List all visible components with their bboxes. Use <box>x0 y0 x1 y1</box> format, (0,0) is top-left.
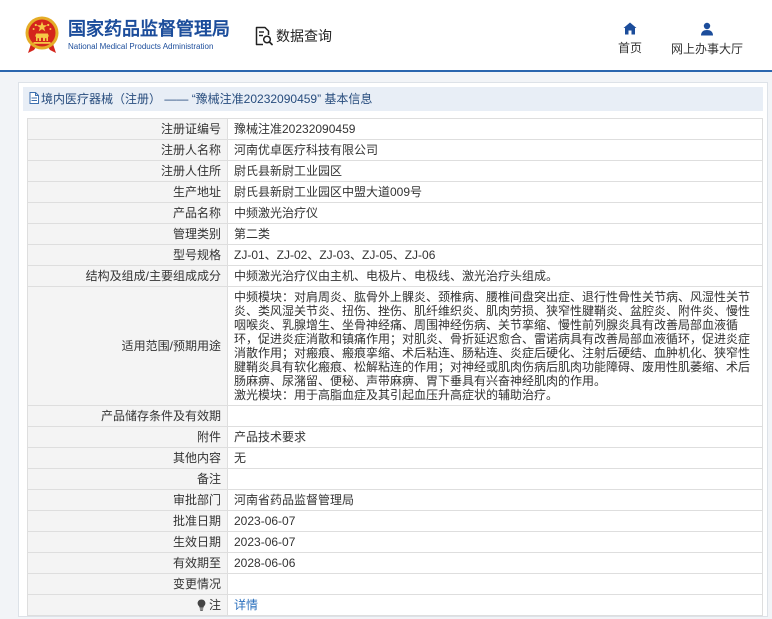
row-attachments: 附件 产品技术要求 <box>28 427 762 448</box>
site-subtitle: National Medical Products Administration <box>68 42 214 51</box>
home-icon <box>623 22 637 35</box>
breadcrumb-category-link[interactable]: 境内医疗器械（注册） <box>41 92 161 106</box>
label-effective-date: 生效日期 <box>28 532 228 552</box>
label-product-name: 产品名称 <box>28 203 228 223</box>
value-attachments: 产品技术要求 <box>234 430 307 444</box>
label-registration-number: 注册证编号 <box>28 119 228 139</box>
label-other-content: 其他内容 <box>28 448 228 468</box>
row-approval-department: 审批部门 河南省药品监督管理局 <box>28 490 762 511</box>
row-storage-conditions: 产品储存条件及有效期 <box>28 406 762 427</box>
value-approval-date: 2023-06-07 <box>234 514 296 528</box>
label-attachments: 附件 <box>28 427 228 447</box>
label-approval-department: 审批部门 <box>28 490 228 510</box>
row-registrant-name: 注册人名称 河南优卓医疗科技有限公司 <box>28 140 762 161</box>
row-effective-date: 生效日期 2023-06-07 <box>28 532 762 553</box>
row-structure-composition: 结构及组成/主要组成成分 中频激光治疗仪由主机、电极片、电极线、激光治疗头组成。 <box>28 266 762 287</box>
row-note: 注 详情 <box>28 595 762 616</box>
row-change-history: 变更情况 <box>28 574 762 595</box>
data-query-label: 数据查询 <box>276 28 332 44</box>
nav-online-service-hall-label: 网上办事大厅 <box>670 42 743 56</box>
value-management-class: 第二类 <box>234 227 271 241</box>
label-note: 注 <box>28 595 228 615</box>
value-expiry-date: 2028-06-06 <box>234 556 296 570</box>
label-remarks: 备注 <box>28 469 228 489</box>
nav-online-service-hall[interactable]: 网上办事大厅 <box>663 22 751 56</box>
row-management-class: 管理类别 第二类 <box>28 224 762 245</box>
nav-home[interactable]: 首页 <box>610 22 650 55</box>
row-product-name: 产品名称 中频激光治疗仪 <box>28 203 762 224</box>
row-registrant-address: 注册人住所 尉氏县新尉工业园区 <box>28 161 762 182</box>
breadcrumb-separator: —— <box>161 92 192 106</box>
breadcrumb-record-title: “豫械注准20232090459” 基本信息 <box>191 92 373 106</box>
label-management-class: 管理类别 <box>28 224 228 244</box>
label-production-address: 生产地址 <box>28 182 228 202</box>
data-query-link[interactable]: 数据查询 <box>255 26 332 46</box>
row-expiry-date: 有效期至 2028-06-06 <box>28 553 762 574</box>
user-icon <box>700 22 714 36</box>
value-approval-department: 河南省药品监督管理局 <box>234 493 355 507</box>
lightbulb-icon <box>197 599 206 611</box>
label-structure-composition: 结构及组成/主要组成成分 <box>28 266 228 286</box>
row-registration-number: 注册证编号 豫械注准20232090459 <box>28 119 762 140</box>
label-model-spec: 型号规格 <box>28 245 228 265</box>
label-change-history: 变更情况 <box>28 574 228 594</box>
label-intended-use: 适用范围/预期用途 <box>28 287 228 405</box>
value-registrant-name: 河南优卓医疗科技有限公司 <box>234 143 379 157</box>
nav-home-label: 首页 <box>617 41 642 55</box>
label-registrant-address: 注册人住所 <box>28 161 228 181</box>
value-production-address: 尉氏县新尉工业园区中盟大道009号 <box>234 185 423 199</box>
value-structure-composition: 中频激光治疗仪由主机、电极片、电极线、激光治疗头组成。 <box>234 269 559 283</box>
record-table: 注册证编号 豫械注准20232090459 注册人名称 河南优卓医疗科技有限公司… <box>27 118 763 616</box>
value-note: 详情 <box>228 595 762 615</box>
value-other-content: 无 <box>234 451 247 465</box>
value-product-name: 中频激光治疗仪 <box>234 206 319 220</box>
value-storage-conditions <box>228 406 762 426</box>
label-expiry-date: 有效期至 <box>28 553 228 573</box>
value-registrant-address: 尉氏县新尉工业园区 <box>234 164 343 178</box>
breadcrumb: 境内医疗器械（注册） —— “豫械注准20232090459” 基本信息 <box>23 87 763 111</box>
details-link[interactable]: 详情 <box>234 598 258 612</box>
intended-use-line-mid-frequency: 中频模块：对肩周炎、肱骨外上髁炎、颈椎病、腰椎间盘突出症、退行性骨性关节病、风湿… <box>234 290 751 388</box>
label-registrant-name: 注册人名称 <box>28 140 228 160</box>
national-emblem-icon <box>25 16 59 54</box>
row-other-content: 其他内容 无 <box>28 448 762 469</box>
label-note-text: 注 <box>208 598 221 612</box>
value-effective-date: 2023-06-07 <box>234 535 296 549</box>
document-icon <box>29 92 39 104</box>
value-change-history <box>228 574 762 594</box>
intended-use-line-laser: 激光模块：用于高脂血症及其引起血压升高症状的辅助治疗。 <box>234 388 559 402</box>
row-model-spec: 型号规格 ZJ-01、ZJ-02、ZJ-03、ZJ-05、ZJ-06 <box>28 245 762 266</box>
value-intended-use: 中频模块：对肩周炎、肱骨外上髁炎、颈椎病、腰椎间盘突出症、退行性骨性关节病、风湿… <box>228 287 762 405</box>
site-title: 国家药品监督管理局 <box>68 19 230 39</box>
value-remarks <box>228 469 762 489</box>
row-intended-use: 适用范围/预期用途 中频模块：对肩周炎、肱骨外上髁炎、颈椎病、腰椎间盘突出症、退… <box>28 287 762 406</box>
label-approval-date: 批准日期 <box>28 511 228 531</box>
site-header: 国家药品监督管理局 National Medical Products Admi… <box>0 0 772 72</box>
row-approval-date: 批准日期 2023-06-07 <box>28 511 762 532</box>
value-model-spec: ZJ-01、ZJ-02、ZJ-03、ZJ-05、ZJ-06 <box>234 248 436 262</box>
record-panel: 境内医疗器械（注册） —— “豫械注准20232090459” 基本信息 注册证… <box>18 82 768 617</box>
row-production-address: 生产地址 尉氏县新尉工业园区中盟大道009号 <box>28 182 762 203</box>
label-storage-conditions: 产品储存条件及有效期 <box>28 406 228 426</box>
value-registration-number: 豫械注准20232090459 <box>234 122 356 136</box>
row-remarks: 备注 <box>28 469 762 490</box>
document-search-icon <box>255 26 273 46</box>
